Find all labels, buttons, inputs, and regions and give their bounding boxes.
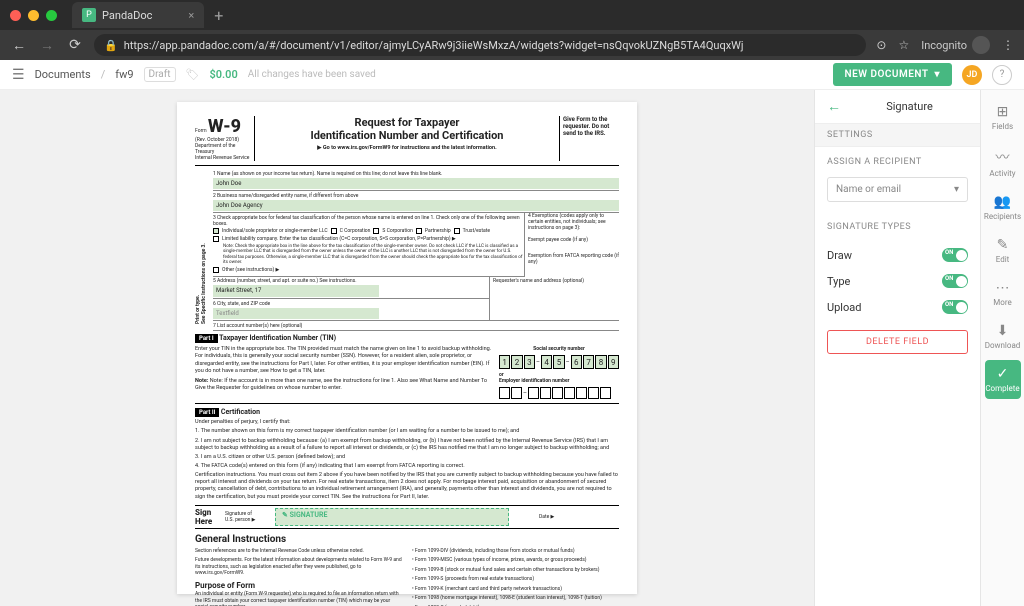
cb-ccorp[interactable] <box>331 228 337 234</box>
check-icon: ✓ <box>997 366 1009 382</box>
price-value: $0.00 <box>209 68 237 81</box>
print-or-type-label: Print or type.See Specific Instructions … <box>195 169 207 324</box>
draw-label: Draw <box>827 249 852 262</box>
document-canvas[interactable]: Form W-9 (Rev. October 2018) Department … <box>0 90 814 606</box>
cb-trust[interactable] <box>454 228 460 234</box>
reload-button[interactable]: ⟳ <box>66 37 84 53</box>
crumb-documents[interactable]: Documents <box>35 68 91 81</box>
business-name-field[interactable]: John Doe Agency <box>213 200 619 211</box>
tool-download[interactable]: ⬇Download <box>981 317 1024 356</box>
type-label: Type <box>827 275 850 288</box>
chevron-down-icon: ▾ <box>954 184 959 195</box>
menu-dots-icon[interactable]: ⋮ <box>1002 38 1014 52</box>
delete-field-button[interactable]: DELETE FIELD <box>827 330 968 354</box>
forward-button[interactable]: → <box>38 37 56 54</box>
type-toggle[interactable]: ON <box>942 274 968 288</box>
tool-activity[interactable]: 〰Activity <box>981 141 1024 184</box>
search-icon[interactable]: ⊙ <box>876 38 886 52</box>
browser-titlebar: P PandaDoc × + <box>0 0 1024 30</box>
more-icon: ⋯ <box>996 280 1010 296</box>
cb-other[interactable] <box>213 267 219 273</box>
name-field[interactable]: John Doe <box>213 178 619 189</box>
tool-complete[interactable]: ✓Complete <box>985 360 1021 399</box>
address-bar[interactable]: 🔒 https://app.pandadoc.com/a/#/document/… <box>94 34 866 56</box>
url-text: https://app.pandadoc.com/a/#/document/v1… <box>124 39 744 52</box>
close-window[interactable] <box>10 10 21 21</box>
cb-llc[interactable] <box>213 236 219 242</box>
browser-urlbar: ← → ⟳ 🔒 https://app.pandadoc.com/a/#/doc… <box>0 30 1024 60</box>
tool-rail: ⊞Fields 〰Activity 👥Recipients ✎Edit ⋯Mor… <box>980 90 1024 606</box>
recipient-select[interactable]: Name or email ▾ <box>827 177 968 202</box>
download-icon: ⬇ <box>997 323 1009 339</box>
settings-panel: ← Signature SETTINGS ASSIGN A RECIPIENT … <box>814 90 980 606</box>
tag-icon[interactable]: 🏷 <box>186 68 200 81</box>
workspace: Form W-9 (Rev. October 2018) Department … <box>0 90 1024 606</box>
browser-tab[interactable]: P PandaDoc × <box>72 2 204 28</box>
star-icon[interactable]: ☆ <box>898 38 909 52</box>
draft-badge: Draft <box>144 67 176 82</box>
draw-toggle[interactable]: ON <box>942 248 968 262</box>
pencil-icon: ✎ <box>997 237 1009 253</box>
signature-types-label: SIGNATURE TYPES <box>815 212 980 242</box>
close-tab-icon[interactable]: × <box>188 9 194 22</box>
activity-icon: 〰 <box>996 147 1010 167</box>
cb-scorp[interactable] <box>373 228 379 234</box>
help-button[interactable]: ? <box>992 65 1012 85</box>
address-field[interactable]: Market Street, 17 <box>213 285 379 296</box>
panel-back-button[interactable]: ← <box>827 98 841 115</box>
maximize-window[interactable] <box>46 10 57 21</box>
people-icon: 👥 <box>994 194 1011 210</box>
pandadoc-favicon: P <box>82 8 96 22</box>
tool-more[interactable]: ⋯More <box>981 274 1024 313</box>
cb-individual[interactable] <box>213 228 219 234</box>
ssn-input[interactable]: 123 – 45 – 6789 <box>499 355 619 369</box>
form-title-2: Identification Number and Certification <box>260 129 554 142</box>
tab-title: PandaDoc <box>102 9 152 22</box>
hamburger-icon[interactable]: ☰ <box>12 67 25 83</box>
crumb-docname[interactable]: fw9 <box>115 68 133 81</box>
window-controls <box>10 10 57 21</box>
cb-partnership[interactable] <box>416 228 422 234</box>
settings-header[interactable]: SETTINGS <box>815 123 980 147</box>
puzzle-icon: ⊞ <box>997 104 1009 120</box>
new-document-button[interactable]: NEW DOCUMENT ▾ <box>833 63 953 86</box>
document-page: Form W-9 (Rev. October 2018) Department … <box>177 102 637 594</box>
save-status: All changes have been saved <box>248 69 376 80</box>
tool-fields[interactable]: ⊞Fields <box>981 98 1024 137</box>
city-field[interactable]: Textfield <box>213 308 379 319</box>
back-button[interactable]: ← <box>10 37 28 54</box>
form-title-1: Request for Taxpayer <box>260 116 554 129</box>
form-code: W-9 <box>208 116 241 137</box>
minimize-window[interactable] <box>28 10 39 21</box>
upload-toggle[interactable]: ON <box>942 300 968 314</box>
incognito-icon <box>972 36 990 54</box>
incognito-badge: Incognito <box>921 36 990 54</box>
ein-input[interactable]: – <box>499 387 619 399</box>
lock-icon: 🔒 <box>104 39 118 52</box>
signature-field[interactable]: ✎ SIGNATURE <box>275 508 509 526</box>
new-tab-button[interactable]: + <box>209 6 228 25</box>
upload-label: Upload <box>827 301 861 314</box>
app-shell: ☰ Documents / fw9 Draft 🏷 $0.00 All chan… <box>0 60 1024 606</box>
tool-recipients[interactable]: 👥Recipients <box>981 188 1024 227</box>
chevron-down-icon: ▾ <box>934 69 940 80</box>
user-avatar[interactable]: JD <box>962 65 982 85</box>
tool-edit[interactable]: ✎Edit <box>981 231 1024 270</box>
app-toolbar: ☰ Documents / fw9 Draft 🏷 $0.00 All chan… <box>0 60 1024 90</box>
assign-recipient-label: ASSIGN A RECIPIENT <box>815 147 980 177</box>
panel-title: Signature <box>851 100 968 113</box>
